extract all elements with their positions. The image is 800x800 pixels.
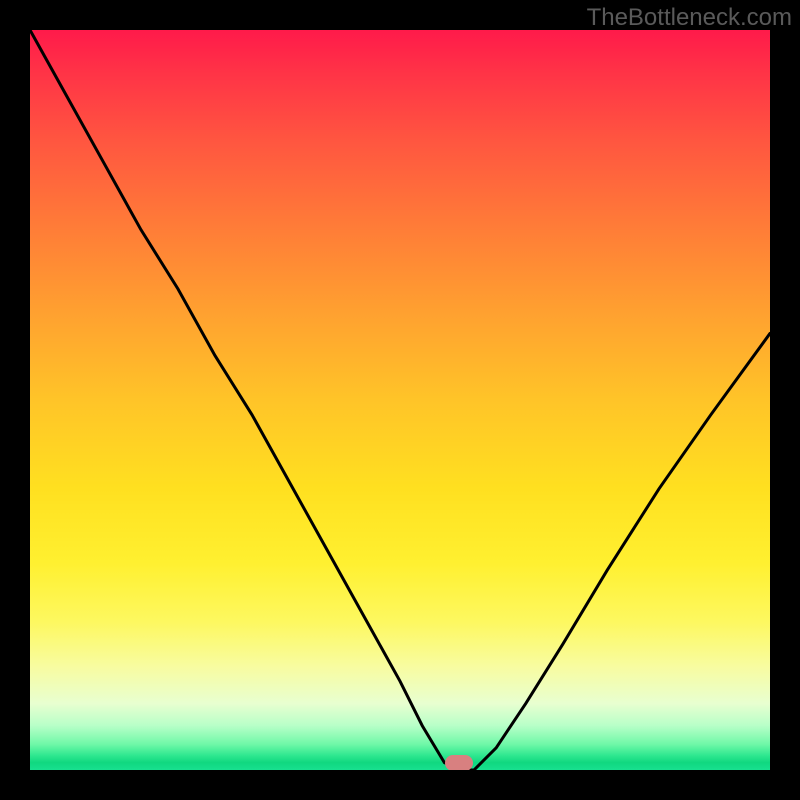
watermark-text: TheBottleneck.com bbox=[587, 4, 792, 32]
optimum-marker-icon bbox=[445, 755, 473, 770]
chart-frame: TheBottleneck.com bbox=[0, 0, 800, 800]
bottleneck-curve bbox=[30, 30, 770, 770]
plot-area bbox=[30, 30, 770, 770]
